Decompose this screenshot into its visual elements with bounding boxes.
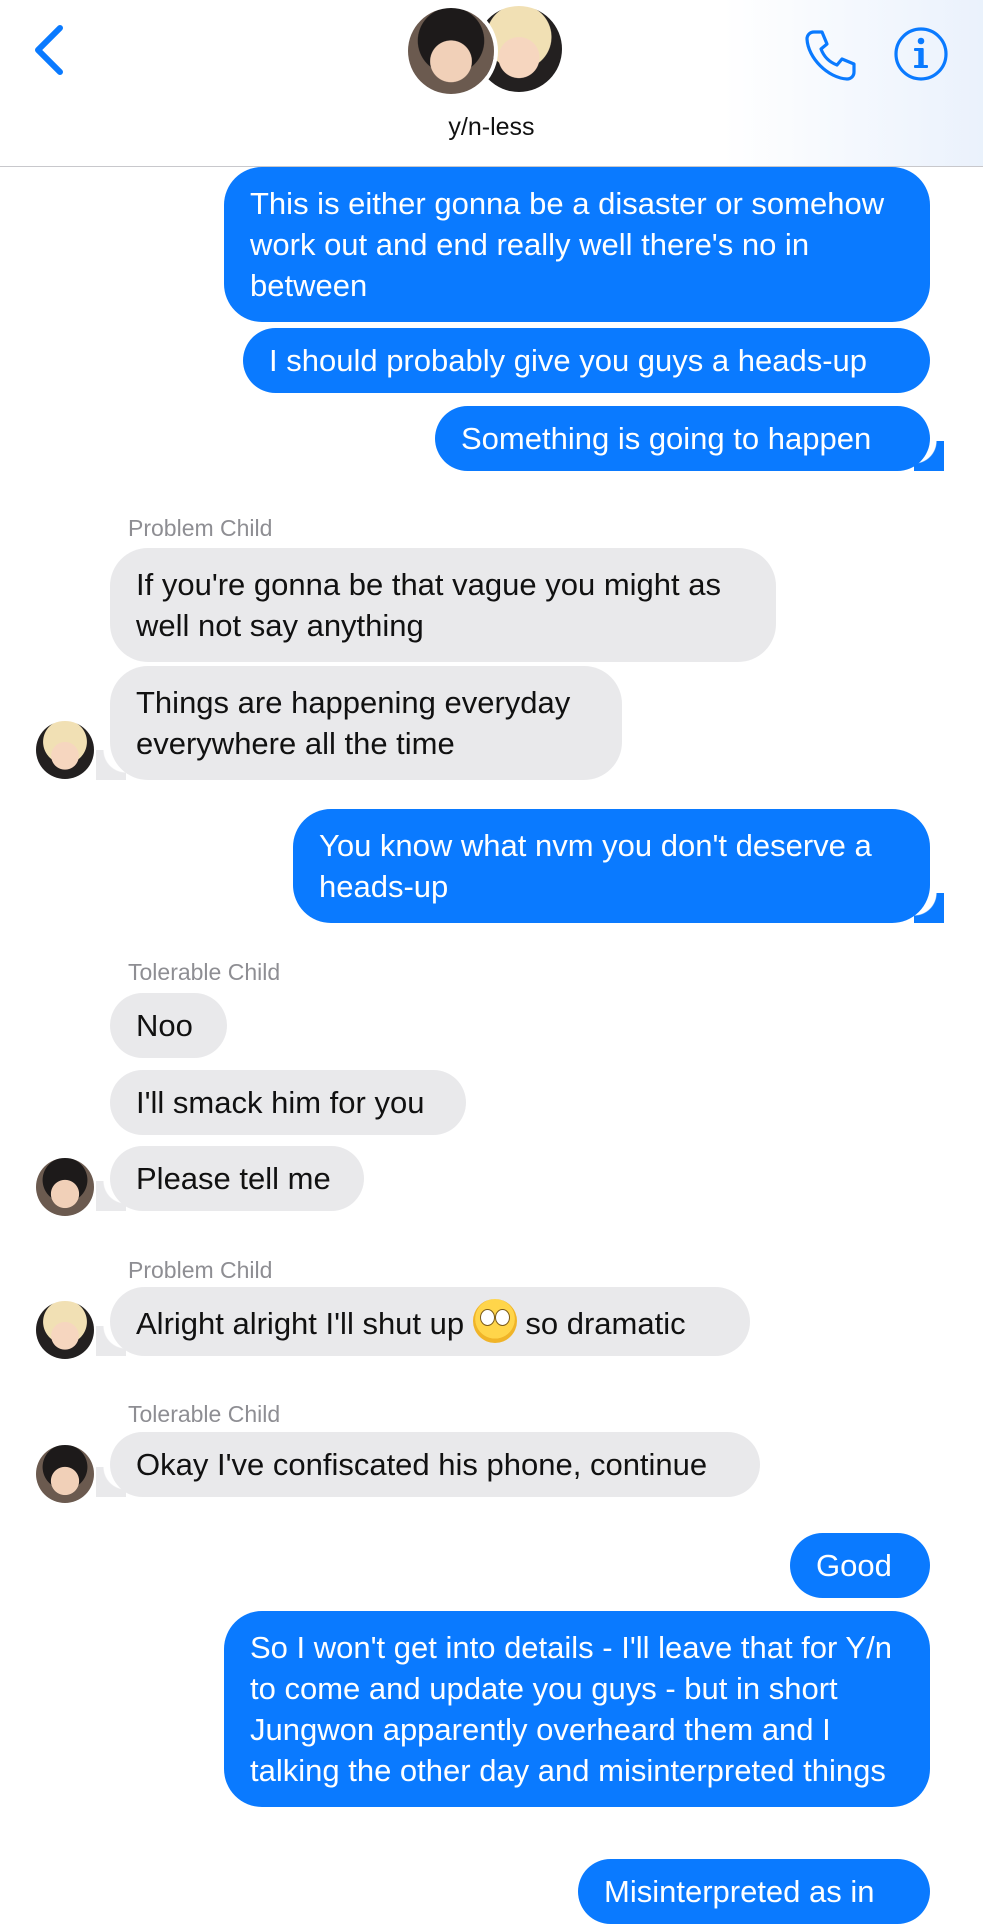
avatar[interactable] [36, 1158, 94, 1216]
conversation-title[interactable]: y/n-less [0, 113, 983, 142]
phone-icon[interactable] [800, 26, 858, 84]
incoming-message[interactable]: I'll smack him for you [110, 1070, 466, 1135]
outgoing-message[interactable]: Something is going to happen [435, 406, 944, 471]
sender-name: Problem Child [128, 515, 273, 541]
chevron-left-icon[interactable] [26, 22, 76, 78]
message-text: Okay I've confiscated his phone, continu… [136, 1447, 708, 1482]
message-text: You know what nvm you don't deserve a he… [319, 828, 872, 904]
outgoing-message[interactable]: Good [790, 1533, 930, 1598]
outgoing-message[interactable]: Misinterpreted as in [578, 1859, 930, 1924]
avatar[interactable] [36, 1445, 94, 1503]
incoming-message[interactable]: Things are happening everyday everywhere… [96, 666, 622, 780]
incoming-message[interactable]: Alright alright I'll shut up so dramatic [96, 1287, 750, 1356]
outgoing-message[interactable]: I should probably give you guys a heads-… [243, 328, 930, 393]
message-text: If you're gonna be that vague you might … [136, 567, 721, 643]
outgoing-message[interactable]: This is either gonna be a disaster or so… [224, 167, 930, 322]
incoming-message[interactable]: If you're gonna be that vague you might … [110, 548, 776, 662]
message-text: So I won't get into details - I'll leave… [250, 1630, 892, 1788]
message-thread[interactable]: This is either gonna be a disaster or so… [0, 167, 983, 1924]
incoming-message[interactable]: Please tell me [96, 1146, 364, 1211]
outgoing-message[interactable]: You know what nvm you don't deserve a he… [293, 809, 944, 923]
message-text: Good [816, 1548, 892, 1583]
sender-name: Problem Child [128, 1257, 273, 1283]
group-avatar[interactable] [404, 0, 574, 98]
message-text: Noo [136, 1008, 193, 1043]
info-icon[interactable] [893, 26, 949, 82]
avatar[interactable] [36, 721, 94, 779]
avatar [404, 4, 498, 98]
incoming-message[interactable]: Okay I've confiscated his phone, continu… [96, 1432, 760, 1497]
incoming-message[interactable]: Noo [110, 993, 227, 1058]
message-text: Please tell me [136, 1161, 331, 1196]
message-text: Misinterpreted as in [604, 1874, 875, 1909]
outgoing-message[interactable]: So I won't get into details - I'll leave… [224, 1611, 930, 1807]
message-text: Alright alright I'll shut up [136, 1306, 465, 1341]
sender-name: Tolerable Child [128, 1401, 281, 1427]
eye-roll-emoji-icon [472, 1299, 517, 1343]
message-text: This is either gonna be a disaster or so… [250, 186, 885, 303]
message-text: Something is going to happen [461, 421, 872, 456]
message-text: I should probably give you guys a heads-… [269, 343, 868, 378]
conversation-header: y/n-less [0, 0, 983, 167]
avatar[interactable] [36, 1301, 94, 1359]
sender-name: Tolerable Child [128, 959, 281, 985]
message-text: I'll smack him for you [136, 1085, 425, 1120]
message-text: so dramatic [525, 1306, 686, 1341]
message-text: Things are happening everyday everywhere… [136, 685, 571, 761]
